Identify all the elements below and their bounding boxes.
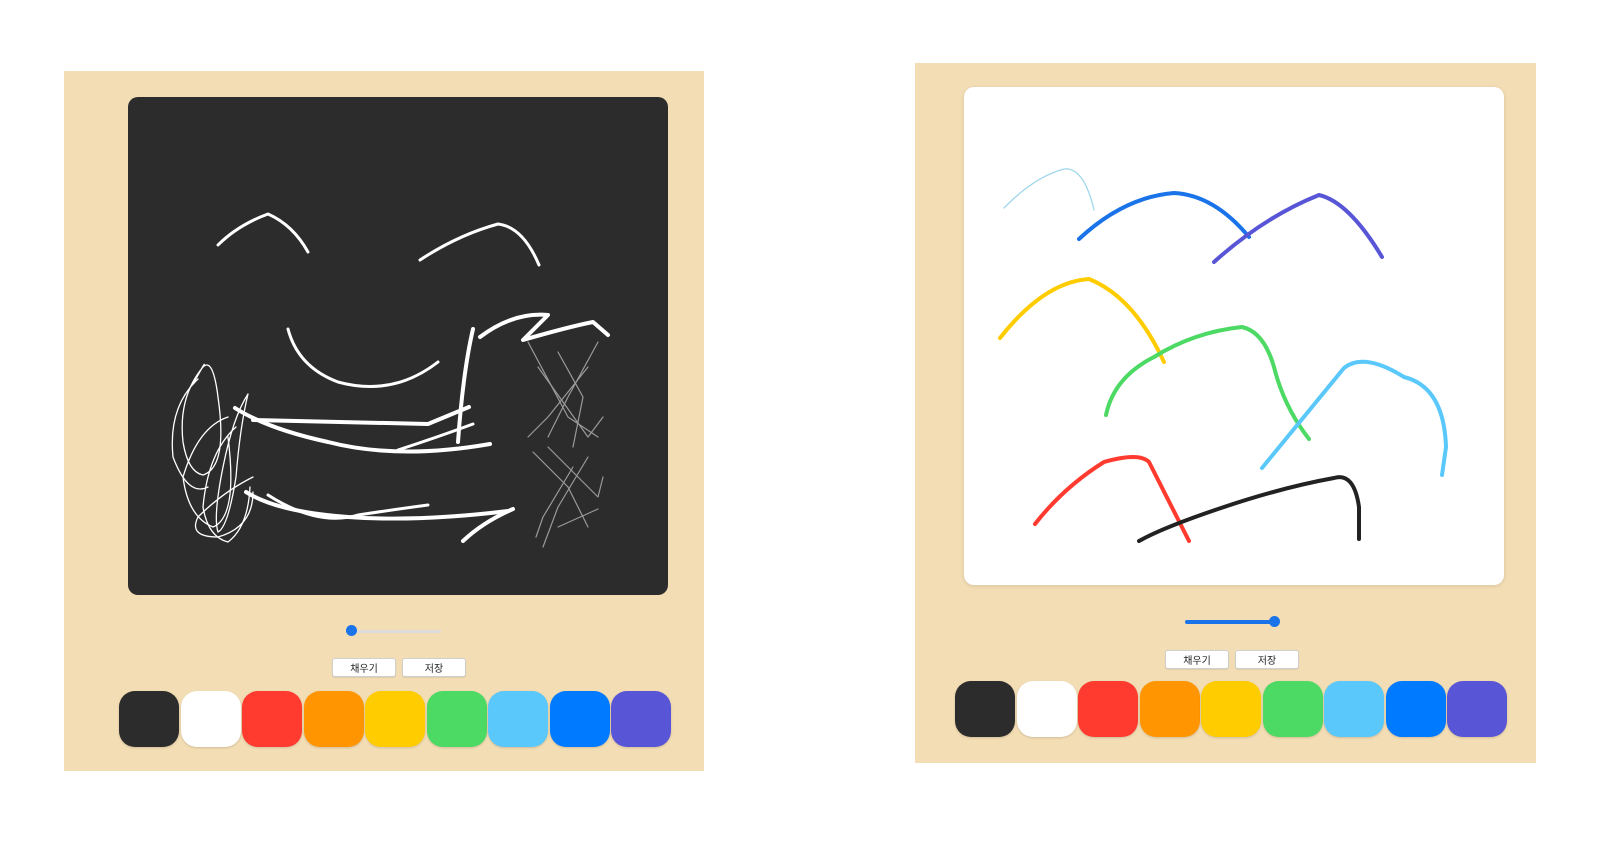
stroke	[216, 212, 310, 254]
stroke	[1260, 359, 1448, 477]
slider-track	[346, 630, 441, 633]
color-swatch[interactable]	[426, 691, 487, 747]
drawing-strokes	[171, 212, 610, 548]
stroke	[535, 466, 574, 538]
left-drawing-app: 채우기 저장	[64, 71, 704, 771]
stroke	[215, 393, 249, 533]
stroke	[396, 422, 475, 452]
color-swatch[interactable]	[303, 691, 364, 747]
brush-size-slider[interactable]	[1185, 615, 1280, 629]
color-swatch[interactable]	[180, 691, 241, 747]
color-swatch[interactable]	[365, 691, 425, 747]
stroke	[202, 426, 251, 543]
color-swatch[interactable]	[1262, 681, 1323, 737]
color-swatch[interactable]	[1324, 681, 1384, 737]
color-swatch[interactable]	[242, 691, 302, 747]
stroke	[1077, 191, 1251, 241]
stroke	[547, 446, 604, 498]
brush-size-slider[interactable]	[346, 624, 441, 638]
drawing-strokes	[998, 168, 1448, 543]
slider-thumb[interactable]	[1269, 616, 1280, 627]
save-button[interactable]: 저장	[402, 658, 466, 677]
stroke	[1104, 325, 1311, 441]
stroke	[418, 222, 541, 267]
stroke	[557, 508, 599, 528]
color-swatch[interactable]	[955, 681, 1015, 737]
stroke	[547, 341, 599, 438]
stroke	[542, 456, 589, 548]
color-palette	[119, 691, 671, 747]
stroke	[194, 476, 254, 538]
fill-button[interactable]: 채우기	[1165, 650, 1229, 669]
stroke	[266, 493, 430, 520]
stroke	[537, 366, 604, 438]
color-swatch[interactable]	[1139, 681, 1200, 737]
color-swatch[interactable]	[549, 691, 610, 747]
slider-thumb[interactable]	[346, 625, 357, 636]
save-button[interactable]: 저장	[1235, 650, 1299, 669]
color-swatch[interactable]	[1385, 681, 1446, 737]
color-swatch[interactable]	[119, 691, 179, 747]
drawing-canvas[interactable]	[964, 87, 1504, 585]
color-swatch[interactable]	[1447, 681, 1507, 737]
stroke	[527, 366, 589, 438]
right-drawing-app: 채우기 저장	[915, 63, 1536, 763]
stroke	[1003, 168, 1095, 211]
stroke	[532, 451, 589, 528]
stroke	[182, 416, 232, 528]
stroke	[181, 363, 222, 476]
color-swatch[interactable]	[1078, 681, 1138, 737]
stroke	[998, 277, 1166, 364]
color-swatch[interactable]	[1016, 681, 1077, 737]
drawing-canvas[interactable]	[128, 97, 668, 595]
stroke	[527, 341, 599, 438]
stroke	[251, 405, 471, 426]
color-swatch[interactable]	[1201, 681, 1261, 737]
fill-button[interactable]: 채우기	[332, 658, 396, 677]
color-swatch[interactable]	[488, 691, 548, 747]
stroke	[171, 378, 209, 490]
stroke	[478, 312, 610, 342]
action-buttons: 채우기 저장	[1165, 650, 1299, 669]
stroke	[286, 327, 440, 388]
color-palette	[955, 681, 1507, 737]
color-swatch[interactable]	[611, 691, 671, 747]
action-buttons: 채우기 저장	[332, 658, 466, 677]
slider-fill	[1185, 620, 1275, 624]
